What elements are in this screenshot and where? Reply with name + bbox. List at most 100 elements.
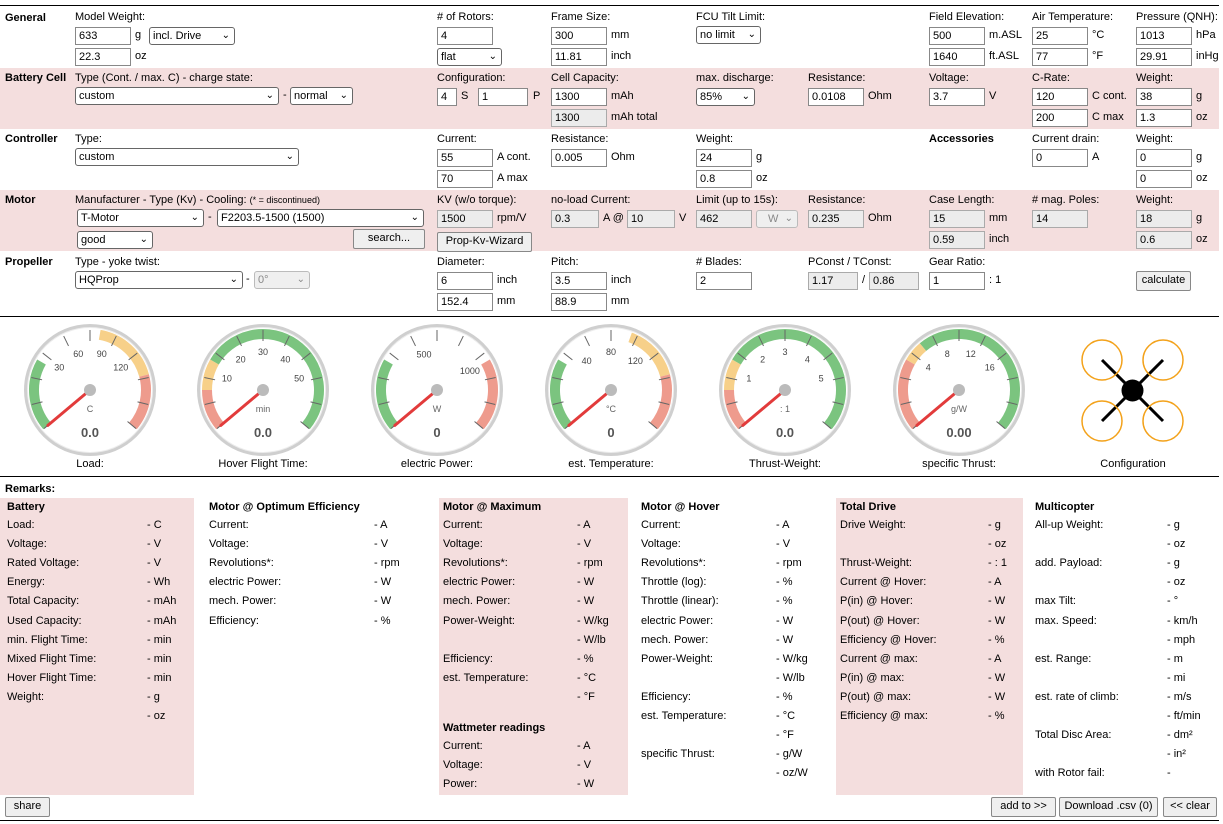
controller-current-max-input[interactable]: 70: [437, 170, 493, 188]
model-weight-oz-input[interactable]: 22.3: [75, 48, 131, 66]
calculate-button[interactable]: calculate: [1136, 271, 1191, 291]
cells-p-input[interactable]: 1: [478, 88, 528, 106]
remarks-row-label: with Rotor fail:: [1035, 767, 1105, 780]
download-csv-button[interactable]: Download .csv (0): [1059, 797, 1158, 817]
maxdis-select[interactable]: 85% ⌄: [696, 88, 755, 106]
remarks-title: Remarks:: [5, 483, 56, 495]
drain-input[interactable]: 0: [1032, 149, 1088, 167]
remarks-row-label: Voltage:: [641, 538, 681, 551]
controller-weight-g-input[interactable]: 24: [696, 149, 752, 167]
model-weight-g-input[interactable]: 633: [75, 27, 131, 45]
battery-type-select[interactable]: custom ⌄: [75, 87, 279, 105]
rotor-layout-value: flat: [441, 51, 456, 63]
remarks-row-value: - m: [1167, 652, 1183, 665]
remarks-row-value: - °C: [776, 710, 796, 722]
remarks-row-value: - Wh: [147, 576, 171, 589]
noload-label: no-load Current:: [551, 194, 631, 206]
remarks-row-value: - oz: [1167, 538, 1186, 551]
diameter-inch-input[interactable]: 6: [437, 272, 493, 290]
remarks-row-value: -: [1167, 767, 1171, 780]
frame-mm-input[interactable]: 300: [551, 27, 607, 45]
pitch-inch-input[interactable]: 3.5: [551, 272, 607, 290]
general-section: General Model Weight: 633 g incl. Drive ⌄…: [0, 7, 1219, 68]
gauge-value: 0.0: [81, 425, 99, 440]
capacity-input[interactable]: 1300: [551, 88, 607, 106]
prop-type-select[interactable]: HQProp ⌄: [75, 271, 243, 289]
limit-unit-select[interactable]: W ⌄: [756, 210, 798, 228]
gauge-tick-label: 50: [294, 373, 304, 383]
remarks-row-label: min. Flight Time:: [7, 633, 88, 646]
gauge-tick-label: 30: [54, 363, 64, 373]
elev-m-input[interactable]: 500: [929, 27, 985, 45]
clear-button[interactable]: << clear: [1163, 797, 1217, 817]
remarks-row-label: est. Temperature:: [641, 710, 727, 722]
controller-current-cont-input[interactable]: 55: [437, 149, 493, 167]
charge-state-select[interactable]: normal ⌄: [290, 87, 353, 105]
battery-weight-oz-input[interactable]: 1.3: [1136, 109, 1192, 127]
acc-weight-oz-input[interactable]: 0: [1136, 170, 1192, 188]
chevron-down-icon: ⌄: [339, 90, 348, 101]
pitch-mm-input[interactable]: 88.9: [551, 293, 607, 311]
motor-manufacturer-select[interactable]: T-Motor ⌄: [77, 209, 204, 227]
remarks-row-value: - %: [988, 633, 1005, 646]
remarks-row-value: - oz/W: [776, 767, 808, 780]
gauge-label: electric Power:: [400, 458, 474, 470]
cells-s-input[interactable]: 4: [437, 88, 457, 106]
unit-mm: mm: [611, 295, 630, 307]
rotors-label: # of Rotors:: [437, 11, 494, 23]
gauge-value: 0.00: [946, 425, 971, 440]
remarks-hover-column: Motor @ Hover Current: - A Voltage: - V Revol…: [637, 498, 829, 780]
remarks-row-label: Load:: [7, 519, 35, 531]
remarks-row-label: mech. Power:: [641, 633, 709, 646]
diameter-mm-input[interactable]: 152.4: [437, 293, 493, 311]
chevron-down-icon: ⌄: [784, 213, 793, 224]
frame-inch-input[interactable]: 11.81: [551, 48, 607, 66]
blades-input[interactable]: 2: [696, 272, 752, 290]
motor-search-button[interactable]: search...: [353, 229, 425, 249]
controller-res-input[interactable]: 0.005: [551, 149, 607, 167]
pconst-label: PConst / TConst:: [808, 256, 892, 268]
prop-kv-wizard-button[interactable]: Prop-Kv-Wizard: [437, 232, 532, 252]
gear-input[interactable]: 1: [929, 272, 985, 290]
gauge-unit: : 1: [780, 404, 790, 414]
motor-type-select[interactable]: F2203.5-1500 (1500) ⌄: [217, 209, 424, 227]
crate-label: C-Rate:: [1032, 72, 1070, 84]
unit-ohm: Ohm: [868, 90, 892, 102]
chevron-down-icon: ⌄: [296, 274, 305, 285]
cooling-select[interactable]: good ⌄: [77, 231, 153, 249]
remarks-row-value: - W: [776, 633, 794, 646]
fcu-select[interactable]: no limit ⌄: [696, 26, 761, 44]
remarks-row-label: All-up Weight:: [1035, 519, 1104, 531]
unit-ohm: Ohm: [611, 151, 635, 163]
battery-volt-input[interactable]: 3.7: [929, 88, 985, 106]
air-c-input[interactable]: 25: [1032, 27, 1088, 45]
share-button[interactable]: share: [5, 797, 50, 817]
press-inhg-input[interactable]: 29.91: [1136, 48, 1192, 66]
controller-type-select[interactable]: custom ⌄: [75, 148, 299, 166]
yoke-twist-select[interactable]: 0° ⌄: [254, 271, 310, 289]
limit-unit-value: W: [768, 213, 779, 225]
remarks-section-title: Motor @ Maximum: [443, 501, 542, 513]
elev-ft-input[interactable]: 1640: [929, 48, 985, 66]
press-hpa-input[interactable]: 1013: [1136, 27, 1192, 45]
weight-mode-select[interactable]: incl. Drive ⌄: [149, 27, 235, 45]
remarks-row-value: - C: [147, 519, 162, 531]
controller-weight-oz-input[interactable]: 0.8: [696, 170, 752, 188]
remarks-row-label: Drive Weight:: [840, 519, 906, 531]
controller-type-label: Type:: [75, 133, 102, 145]
remarks-row-value: - km/h: [1167, 614, 1198, 627]
c-cont-input[interactable]: 120: [1032, 88, 1088, 106]
limit-readout: 462: [696, 210, 752, 228]
air-f-input[interactable]: 77: [1032, 48, 1088, 66]
remarks-row-label: Efficiency:: [443, 652, 493, 665]
c-max-input[interactable]: 200: [1032, 109, 1088, 127]
rotors-input[interactable]: 4: [437, 27, 493, 45]
acc-weight-g-input[interactable]: 0: [1136, 149, 1192, 167]
rotor-layout-select[interactable]: flat ⌄: [437, 48, 502, 66]
add-to-button[interactable]: add to >>: [991, 797, 1056, 817]
battery-res-input[interactable]: 0.0108: [808, 88, 864, 106]
wattmeter-title: Wattmeter readings: [443, 722, 546, 734]
battery-weight-g-input[interactable]: 38: [1136, 88, 1192, 106]
controller-title: Controller: [5, 133, 58, 145]
divider: [0, 316, 1219, 317]
